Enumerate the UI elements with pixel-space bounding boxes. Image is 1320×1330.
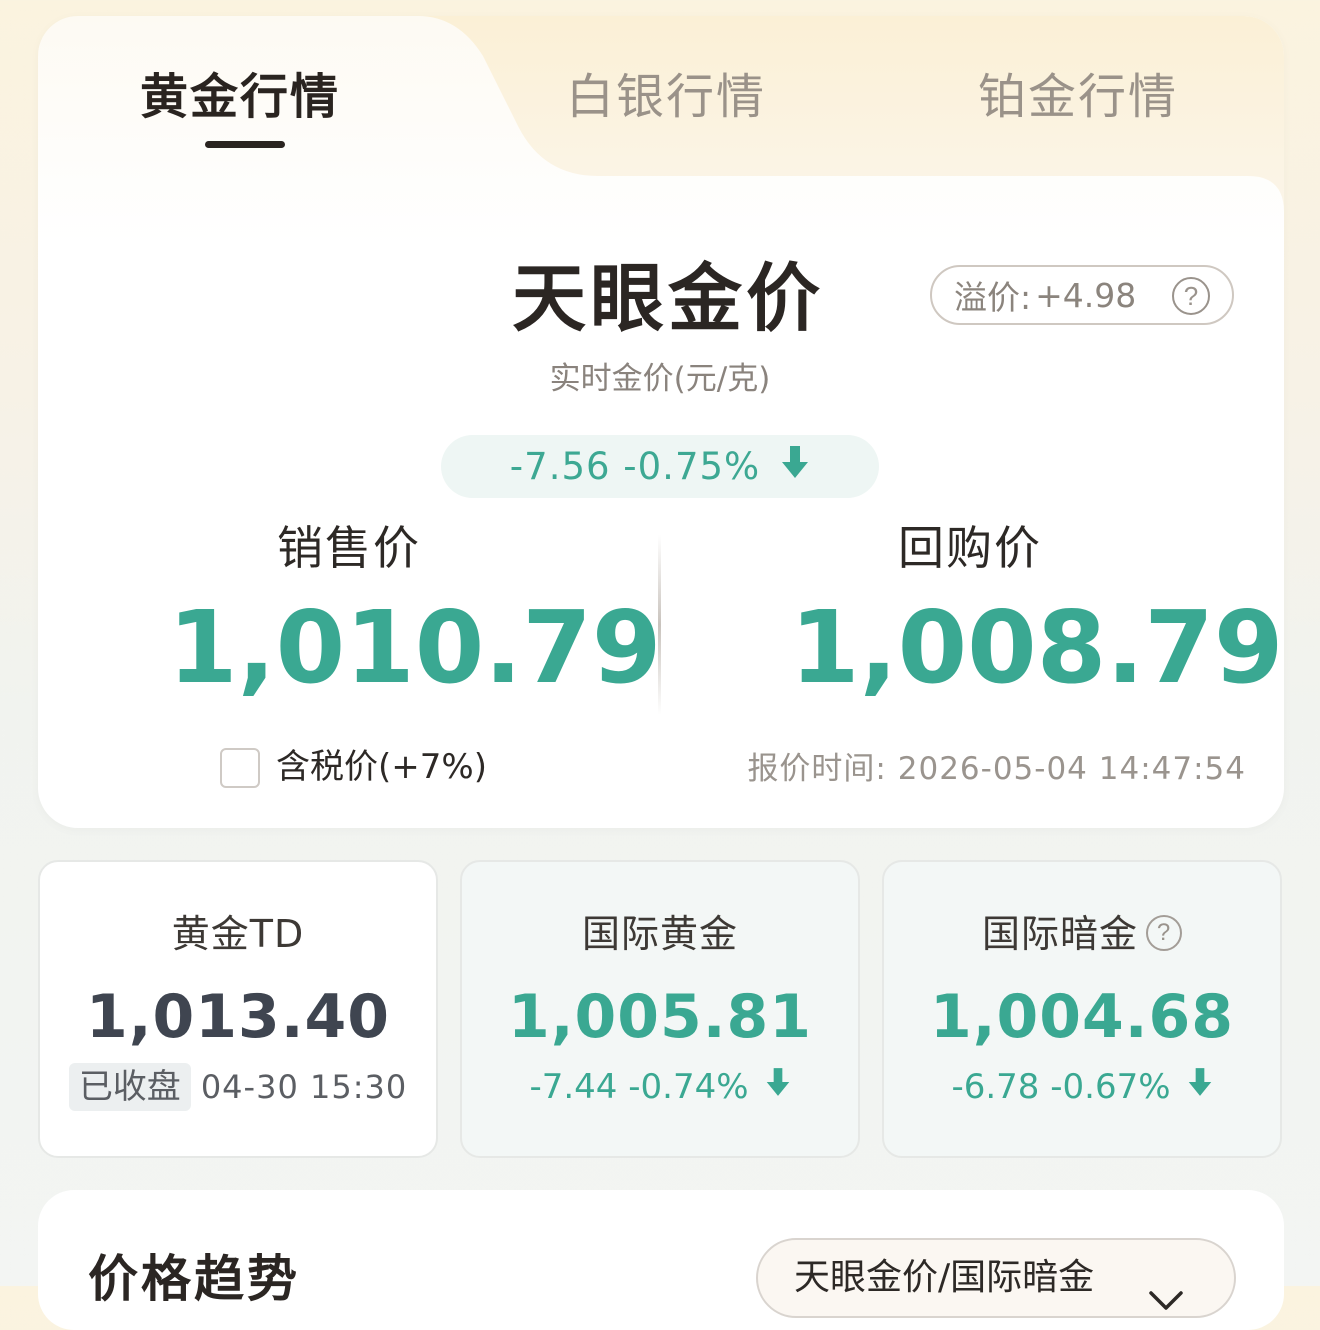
card-value: 1,005.81 [507, 982, 813, 1052]
card-status: 已收盘 04-30 15:30 [40, 1062, 436, 1112]
premium-badge[interactable]: 溢价: +4.98 ? [930, 265, 1234, 325]
arrow-down-icon [765, 1062, 791, 1112]
page-title: 天眼金价 [512, 256, 824, 342]
sell-price: 1,010.79 [168, 589, 662, 706]
help-icon[interactable]: ? [1146, 914, 1182, 951]
tab-platinum[interactable]: 铂金行情 [978, 62, 1178, 132]
buy-price-label: 回购价 [898, 521, 1042, 575]
quote-time-value: 2026-05-04 14:47:54 [897, 751, 1246, 787]
close-time: 04-30 15:30 [200, 1068, 408, 1106]
price-change-pill: -7.56 -0.75% [441, 435, 879, 498]
card-change-value: -7.44 -0.74% [529, 1067, 749, 1107]
card-gold-td[interactable]: 黄金TD 1,013.40 已收盘 04-30 15:30 [38, 860, 438, 1158]
arrow-down-icon [780, 444, 810, 489]
trend-series-select[interactable]: 天眼金价/国际暗金 [756, 1238, 1236, 1318]
card-change-value: -6.78 -0.67% [951, 1067, 1171, 1107]
buy-price: 1,008.79 [790, 589, 1284, 706]
card-change: -7.44 -0.74% [462, 1062, 858, 1112]
premium-label: 溢价: [954, 278, 1032, 317]
card-title-row: 国际暗金? [884, 908, 1280, 960]
sell-price-label: 销售价 [277, 521, 421, 575]
card-international-dark-gold[interactable]: 国际暗金? 1,004.68 -6.78 -0.67% [882, 860, 1282, 1158]
tab-silver[interactable]: 白银行情 [566, 62, 766, 132]
card-international-gold[interactable]: 国际黄金 1,005.81 -7.44 -0.74% [460, 860, 860, 1158]
card-value: 1,004.68 [929, 982, 1235, 1052]
chevron-down-icon [1148, 1264, 1184, 1316]
quote-time-label: 报价时间: [747, 751, 887, 787]
price-change: -7.56 -0.75% [509, 445, 761, 488]
card-title: 国际黄金 [581, 912, 738, 956]
quote-time: 报价时间: 2026-05-04 14:47:54 [747, 746, 1246, 792]
card-title: 黄金TD [171, 912, 305, 956]
arrow-down-icon [1187, 1062, 1213, 1112]
card-change: -6.78 -0.67% [884, 1062, 1280, 1112]
price-divider [658, 535, 661, 715]
premium-value: +4.98 [1035, 275, 1137, 315]
tab-active-indicator [205, 141, 285, 148]
status-badge: 已收盘 [68, 1063, 191, 1111]
price-unit-subtitle: 实时金价(元/克) [549, 361, 771, 397]
tab-gold[interactable]: 黄金行情 [140, 62, 340, 132]
price-trend-title: 价格趋势 [88, 1250, 300, 1308]
tax-checkbox[interactable] [220, 748, 260, 788]
card-value: 1,013.40 [85, 982, 391, 1052]
tax-checkbox-label[interactable]: 含税价(+7%) [276, 742, 487, 792]
trend-series-label: 天眼金价/国际暗金 [794, 1257, 1095, 1298]
help-icon[interactable]: ? [1172, 277, 1210, 315]
card-title: 国际暗金 [981, 912, 1138, 956]
